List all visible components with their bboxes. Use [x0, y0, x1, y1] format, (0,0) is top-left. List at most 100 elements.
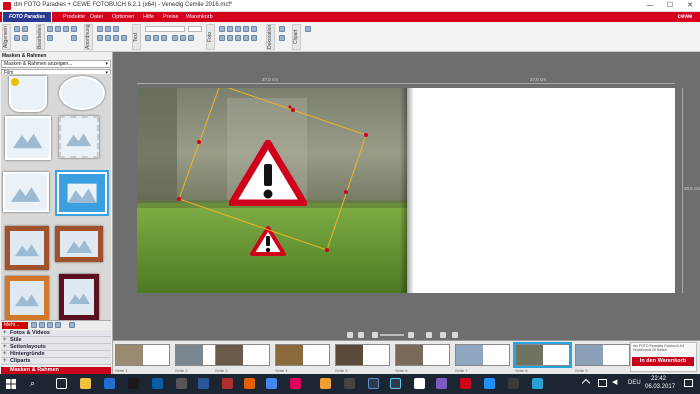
border-icon[interactable] [279, 35, 285, 41]
tab-allgemein[interactable]: Allgemein [2, 24, 11, 50]
mail-icon[interactable] [152, 378, 163, 389]
file-explorer-icon[interactable] [80, 378, 91, 389]
category-fotos-videos[interactable]: + Fotos & Videos [1, 330, 111, 337]
crop-icon[interactable] [219, 26, 225, 32]
right-page[interactable] [407, 88, 675, 293]
app-icon-blue[interactable] [484, 378, 495, 389]
brightness-icon[interactable] [235, 26, 241, 32]
add-to-cart-button[interactable]: In den Warenkorb [632, 357, 694, 366]
filmstrip-page[interactable] [395, 344, 450, 366]
preview-icon[interactable] [22, 35, 28, 41]
group-icon[interactable] [113, 35, 119, 41]
category-cliparts[interactable]: + Cliparts [1, 358, 111, 365]
warning-sign-large[interactable] [228, 139, 308, 207]
new-icon[interactable] [14, 26, 20, 32]
clock-time[interactable]: 22:42 [651, 376, 666, 382]
rotate-icon[interactable] [121, 35, 127, 41]
chrome-icon[interactable] [266, 378, 277, 389]
firefox-icon[interactable] [244, 378, 255, 389]
mask-thumbnail-speech[interactable] [5, 116, 51, 160]
filmstrip-page[interactable] [275, 344, 330, 366]
last-page-icon[interactable] [452, 332, 458, 338]
frame-icon[interactable] [243, 35, 249, 41]
copy-icon[interactable] [71, 26, 77, 32]
store-icon[interactable] [128, 378, 139, 389]
mask-thumbnail-blue-frame[interactable] [55, 170, 109, 216]
volume-icon[interactable]: ◀ [612, 379, 620, 387]
open-icon[interactable] [22, 26, 28, 32]
favorite-icon[interactable] [47, 322, 53, 328]
display-mode-select[interactable]: Masken & Rahmen anzeigen... ▾ [1, 60, 111, 68]
clipart-icon[interactable] [305, 26, 311, 32]
send-back-icon[interactable] [105, 35, 111, 41]
app-icon-red[interactable] [222, 378, 233, 389]
effects-icon[interactable] [251, 26, 257, 32]
enhance-icon[interactable] [227, 26, 233, 32]
fit-page-icon[interactable] [426, 332, 432, 338]
mask-thumbnail-bubble[interactable] [59, 76, 105, 110]
lightroom-icon[interactable] [368, 378, 379, 389]
mask-thumbnail-rounded[interactable] [3, 172, 49, 212]
import-icon[interactable] [31, 322, 37, 328]
zoom-out-icon[interactable] [372, 332, 378, 338]
app-icon-cyan[interactable] [532, 378, 543, 389]
mask-thumbnail-stamp[interactable] [59, 116, 99, 158]
category-hintergruende[interactable]: + Hintergründe [1, 351, 111, 358]
font-family-select[interactable] [145, 26, 185, 32]
next-page-icon[interactable] [440, 332, 446, 338]
language-indicator[interactable]: DEU [628, 380, 641, 386]
undo-icon[interactable] [47, 26, 53, 32]
zoom-in-icon[interactable] [408, 332, 414, 338]
mask-thumbnail-orange-frame[interactable] [5, 276, 49, 320]
tab-bearbeiten[interactable]: Bearbeiten [36, 24, 45, 50]
word-icon[interactable] [198, 378, 209, 389]
text-align-left-icon[interactable] [172, 35, 178, 41]
filmstrip-page[interactable] [575, 344, 630, 366]
app-icon-dark[interactable] [508, 378, 519, 389]
bring-front-icon[interactable] [97, 35, 103, 41]
vlc-icon[interactable] [320, 378, 331, 389]
delete-icon[interactable] [71, 35, 77, 41]
paste-icon[interactable] [47, 35, 53, 41]
tab-dekoration[interactable]: Dekoration [266, 24, 275, 50]
tab-text[interactable]: Text [132, 24, 141, 50]
more-button[interactable]: Mehr... [2, 322, 28, 329]
category-seitenlayouts[interactable]: + Seitenlayouts [1, 344, 111, 351]
menu-produkte[interactable]: Produkte [63, 13, 85, 21]
cewe-taskbar-icon[interactable] [460, 378, 471, 389]
search-icon[interactable]: ⌕ [30, 378, 41, 389]
warning-sign-small[interactable] [250, 226, 286, 256]
maximize-button[interactable]: ☐ [660, 0, 680, 12]
menu-optionen[interactable]: Optionen [112, 13, 134, 21]
menu-hilfe[interactable]: Hilfe [143, 13, 154, 21]
filmstrip-page[interactable] [215, 344, 270, 366]
text-align-right-icon[interactable] [188, 35, 194, 41]
flip-icon[interactable] [227, 35, 233, 41]
tab-foto[interactable]: Foto [206, 24, 215, 50]
filmstrip-page[interactable] [115, 344, 170, 366]
align-right-icon[interactable] [113, 26, 119, 32]
app-icon-purple[interactable] [436, 378, 447, 389]
trash-icon[interactable] [69, 322, 75, 328]
shadow-icon[interactable] [251, 35, 257, 41]
tab-anordnung[interactable]: Anordnung [84, 24, 93, 50]
decoration-icon[interactable] [279, 26, 285, 32]
zoom-slider[interactable] [380, 334, 404, 336]
filmstrip-page-active[interactable] [513, 342, 572, 368]
redo-icon[interactable] [55, 26, 61, 32]
font-size-select[interactable] [188, 26, 202, 32]
windows-start-icon[interactable] [6, 379, 16, 389]
photoshop-icon[interactable] [390, 378, 401, 389]
underline-icon[interactable] [161, 35, 167, 41]
mirror-icon[interactable] [235, 35, 241, 41]
category-masken-rahmen[interactable]: Masken & Rahmen [1, 367, 111, 374]
app-icon-gray[interactable] [344, 378, 355, 389]
align-center-icon[interactable] [105, 26, 111, 32]
left-page-photo[interactable] [137, 88, 407, 293]
filmstrip-page[interactable] [455, 344, 510, 366]
mask-thumbnail-dark-frame[interactable] [59, 274, 99, 320]
tab-clipart[interactable]: Clipart [292, 24, 301, 50]
calculator-icon[interactable] [176, 378, 187, 389]
close-button[interactable]: ✕ [680, 0, 700, 12]
align-left-icon[interactable] [97, 26, 103, 32]
